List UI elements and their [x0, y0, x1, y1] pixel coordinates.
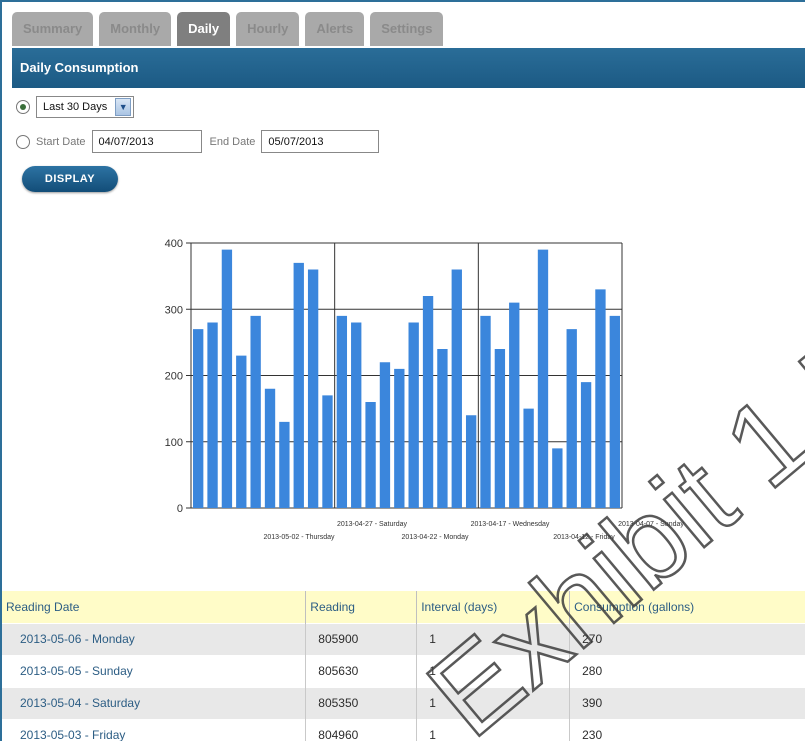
bar	[523, 408, 534, 508]
bar	[422, 296, 434, 508]
section-title: Daily Consumption	[12, 48, 805, 88]
bar	[264, 388, 276, 508]
bar	[609, 315, 620, 508]
bar	[509, 302, 520, 508]
interval-cell: 1	[416, 622, 571, 655]
start-date-label: Start Date	[36, 135, 86, 148]
date-range-row: Start Date 04/07/2013 End Date 05/07/201…	[16, 130, 380, 153]
x-tick-label: 2013-05-02 - Thursday	[263, 534, 335, 541]
reading-cell: 804960	[305, 718, 418, 741]
x-tick-label: 2013-04-22 - Monday	[402, 534, 469, 541]
y-tick-label: 300	[165, 304, 183, 316]
readings-table: Reading Date Reading Interval (days) Con…	[2, 591, 805, 741]
date-range-radio[interactable]	[16, 134, 30, 149]
display-button[interactable]: DISPLAY	[22, 166, 118, 192]
range-select-value: Last 30 Days	[43, 101, 108, 113]
interval-cell: 1	[416, 686, 571, 719]
reading-date-link[interactable]: 2013-05-06 - Monday	[2, 622, 307, 655]
bar	[379, 362, 391, 508]
bar	[207, 322, 218, 508]
range-select[interactable]: Last 30 Days ▼	[36, 96, 135, 118]
tab-daily[interactable]: Daily	[177, 12, 231, 46]
header-reading[interactable]: Reading	[305, 591, 418, 623]
consumption-cell: 390	[569, 686, 805, 719]
bar	[494, 349, 506, 508]
bar	[236, 355, 247, 508]
reading-date-link[interactable]: 2013-05-04 - Saturday	[2, 686, 307, 719]
start-date-field[interactable]: 04/07/2013	[91, 130, 202, 153]
reading-cell: 805630	[305, 654, 418, 687]
y-tick-label: 100	[165, 437, 183, 449]
bar	[336, 315, 348, 508]
reading-date-link[interactable]: 2013-05-03 - Friday	[2, 718, 307, 741]
y-tick-label: 400	[165, 238, 183, 250]
reading-cell: 805900	[305, 622, 418, 655]
bar	[408, 322, 419, 508]
x-tick-label: 2013-04-12 - Friday	[553, 534, 615, 541]
bar	[566, 329, 577, 508]
tab-bar: Summary Monthly Daily Hourly Alerts Sett…	[12, 12, 444, 46]
bar	[394, 368, 405, 508]
bar	[293, 262, 304, 508]
interval-cell: 1	[416, 654, 571, 687]
consumption-cell: 270	[569, 622, 805, 655]
bar	[221, 249, 233, 508]
daily-consumption-chart: 01002003004002013-05-02 - Thursday2013-0…	[165, 238, 685, 541]
bar	[250, 315, 261, 508]
bar	[465, 415, 477, 508]
header-interval[interactable]: Interval (days)	[416, 591, 571, 623]
bar	[537, 249, 549, 508]
table-header-row: Reading Date Reading Interval (days) Con…	[2, 591, 805, 623]
reading-cell: 805350	[305, 686, 418, 719]
table-row: 2013-05-03 - Friday 804960 1 230	[2, 718, 805, 741]
y-tick-label: 0	[177, 503, 183, 515]
bar	[480, 315, 491, 508]
consumption-cell: 230	[569, 718, 805, 741]
table-row: 2013-05-04 - Saturday 805350 1 390	[2, 686, 805, 719]
table-row: 2013-05-05 - Sunday 805630 1 280	[2, 654, 805, 687]
range-row: Last 30 Days ▼	[16, 96, 135, 118]
chevron-down-icon[interactable]: ▼	[115, 98, 132, 116]
tab-settings[interactable]: Settings	[370, 12, 444, 46]
bar	[451, 269, 462, 508]
x-tick-label: 2013-04-07 - Sunday	[618, 521, 684, 528]
reading-date-link[interactable]: 2013-05-05 - Sunday	[2, 654, 307, 687]
bar	[193, 329, 204, 508]
bar	[437, 349, 448, 508]
x-tick-label: 2013-04-27 - Saturday	[337, 521, 408, 528]
tab-hourly[interactable]: Hourly	[236, 12, 300, 46]
bar	[279, 421, 290, 508]
table-row: 2013-05-06 - Monday 805900 1 270	[2, 622, 805, 655]
interval-cell: 1	[416, 718, 571, 741]
bar	[552, 448, 563, 508]
bar	[365, 402, 376, 508]
bar	[307, 269, 319, 508]
bar	[322, 395, 333, 508]
tab-monthly[interactable]: Monthly	[99, 12, 172, 46]
header-consumption[interactable]: Consumption (gallons)	[569, 591, 805, 623]
bar	[580, 382, 592, 508]
y-tick-label: 200	[165, 371, 183, 383]
tab-summary[interactable]: Summary	[12, 12, 94, 46]
app-frame: Summary Monthly Daily Hourly Alerts Sett…	[0, 0, 805, 741]
bar	[595, 289, 606, 508]
tab-alerts[interactable]: Alerts	[305, 12, 365, 46]
x-tick-label: 2013-04-17 - Wednesday	[471, 521, 550, 528]
end-date-label: End Date	[209, 135, 256, 148]
bar	[351, 322, 362, 508]
header-reading-date[interactable]: Reading Date	[2, 591, 307, 623]
chart-panel: 0 100 200 300 400 2013-05-02 - Thursday 2013-0…	[125, 224, 696, 566]
range-radio[interactable]	[16, 100, 30, 114]
consumption-cell: 280	[569, 654, 805, 687]
end-date-field[interactable]: 05/07/2013	[261, 130, 380, 153]
